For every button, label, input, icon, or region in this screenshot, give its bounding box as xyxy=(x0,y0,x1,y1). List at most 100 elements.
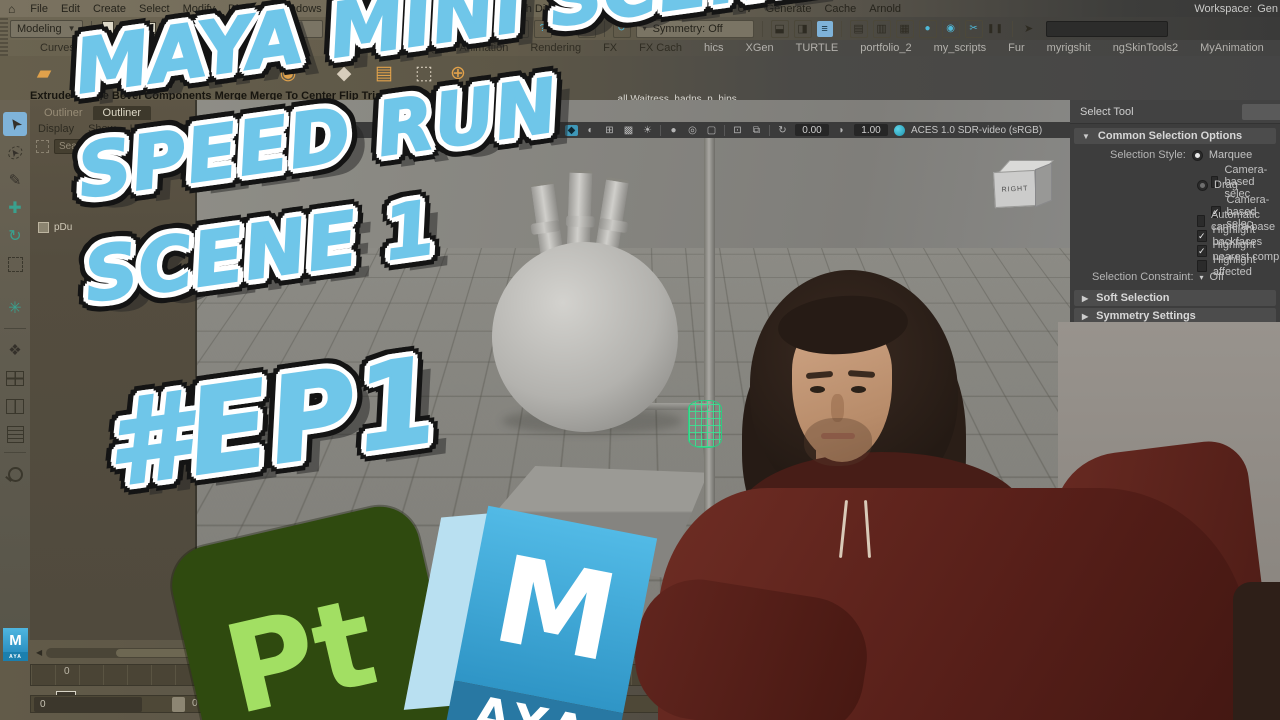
menu-create[interactable]: Create xyxy=(93,3,126,15)
textured-shading-icon[interactable]: ◐ xyxy=(584,125,597,136)
section-soft-selection[interactable]: ▶ Soft Selection xyxy=(1074,290,1276,306)
make-live-icon[interactable]: ? xyxy=(533,19,552,38)
section-common-selection[interactable]: ▼ Common Selection Options xyxy=(1074,128,1276,144)
snap-curve-icon[interactable]: ❮ xyxy=(441,19,460,38)
snap-viewplane-icon[interactable]: ▦ xyxy=(510,19,529,38)
snapshot-icon[interactable]: ⊡ xyxy=(731,125,744,136)
outliner-menu-show[interactable]: Show xyxy=(88,123,116,135)
menu-mesh-tools[interactable]: Mesh Tools xyxy=(437,3,492,15)
rotate-tool-icon[interactable]: ↻ xyxy=(3,224,27,248)
outliner-search-input[interactable] xyxy=(54,139,192,154)
shelf-extrude-icon[interactable]: ▰ xyxy=(32,61,56,85)
scale-tool-icon[interactable] xyxy=(3,252,27,276)
selection-mask-dropdown[interactable]: ▾ Objects xyxy=(216,19,323,38)
redo-icon[interactable]: ↷ xyxy=(184,20,200,37)
shelf-merge-center-icon[interactable]: ◉ xyxy=(276,61,300,85)
range-slider-handle[interactable] xyxy=(172,697,185,712)
shelf-tab-fx-caching[interactable]: FX Cach xyxy=(629,41,692,56)
selection-constraint-value[interactable]: Off xyxy=(1210,271,1224,283)
exposure-icon[interactable]: ↻ xyxy=(776,125,789,136)
lighting-icon[interactable]: ☀ xyxy=(641,125,654,136)
layout-four-pane-icon[interactable]: ❖ xyxy=(3,338,27,362)
shelf-duplicate-icon[interactable]: ⬚ xyxy=(412,61,436,85)
chevron-down-icon[interactable]: ▾ xyxy=(1200,273,1204,282)
render-icon[interactable]: ◉ xyxy=(941,19,960,38)
menu-curves[interactable]: Curves xyxy=(584,3,619,15)
menu-cache[interactable]: Cache xyxy=(824,3,856,15)
shelf-bridge-icon[interactable]: ❖ xyxy=(66,61,90,85)
shelf-tab-uv-editing[interactable]: UV Editing xyxy=(316,41,388,56)
color-management-icon[interactable] xyxy=(894,124,905,136)
display-layer-icon[interactable]: ▤ xyxy=(849,19,868,38)
marquee-radio[interactable] xyxy=(1191,149,1203,161)
colorspace-label[interactable]: ACES 1.0 SDR-video (sRGB) xyxy=(911,125,1042,136)
select-object-icon[interactable]: ➤ xyxy=(362,20,379,37)
layout-two-pane-icon[interactable] xyxy=(3,394,27,418)
shelf-tab-my-scripts[interactable]: my_scripts xyxy=(924,41,997,56)
outliner-tab-2[interactable]: Outliner xyxy=(92,106,152,120)
last-tool-icon[interactable]: ✳ xyxy=(3,296,27,320)
shelf-tab-xgen[interactable]: XGen xyxy=(736,41,784,56)
shelf-edge-icon[interactable]: ▤ xyxy=(372,61,396,85)
shelf-tab-myanimation[interactable]: MyAnimation xyxy=(1190,41,1274,56)
viewcube-front-face[interactable]: RIGHT xyxy=(993,169,1037,209)
outliner-tab-1[interactable]: Outliner xyxy=(34,106,93,120)
menu-deform[interactable]: Deform xyxy=(688,3,724,15)
menu-edit-mesh[interactable]: Edit Mesh xyxy=(375,3,424,15)
shelf-tab-merry-rig[interactable]: Merry_rig xyxy=(1276,41,1280,56)
shelf-tab-sculpting[interactable]: Sculpting xyxy=(249,41,314,56)
shelf-tab-portfolio2[interactable]: portfolio_2 xyxy=(850,41,921,56)
shelf-tab-animation[interactable]: Animation xyxy=(449,41,518,56)
shelf-sphere-icon[interactable]: ⊕ xyxy=(446,61,470,85)
render-settings-icon[interactable]: ≡ xyxy=(816,20,833,37)
anim-layer-icon[interactable]: ▥ xyxy=(872,19,891,38)
save-scene-icon[interactable] xyxy=(142,21,158,37)
shelf-bevel-icon[interactable]: ▣ xyxy=(116,61,140,85)
new-scene-icon[interactable] xyxy=(100,21,116,37)
paint-select-tool-icon[interactable]: ✎ xyxy=(3,168,27,192)
move-tool-icon[interactable]: ✚ xyxy=(3,196,27,220)
shelf-tab-surfaces[interactable]: Surfaces xyxy=(87,41,150,56)
multisample-icon[interactable]: ⧉ xyxy=(750,125,763,136)
menu-uv[interactable]: UV xyxy=(737,3,752,15)
wireframe-shading-icon[interactable]: ◇ xyxy=(546,125,559,136)
exposure-field[interactable]: 0.00 xyxy=(795,124,829,136)
shelf-flip-triangle-icon[interactable]: ◆ xyxy=(332,61,356,85)
history-input-icon[interactable]: ↯ xyxy=(577,19,596,38)
shelf-components-icon[interactable]: ⊞ xyxy=(166,61,190,85)
menu-arnold[interactable]: Arnold xyxy=(869,3,901,15)
menu-edit[interactable]: Edit xyxy=(61,3,80,15)
shelf-tab-fx[interactable]: FX xyxy=(593,41,627,56)
panel-layout-icon[interactable]: ▦ xyxy=(482,125,495,136)
outliner-item[interactable]: pDu xyxy=(38,222,72,233)
construction-history-icon[interactable]: ↺ xyxy=(612,19,631,38)
outliner-menu-help[interactable]: Help xyxy=(130,123,153,135)
snap-point-icon[interactable]: ◇ xyxy=(464,19,483,38)
menu-windows[interactable]: Windows xyxy=(277,3,322,15)
smooth-shading-icon[interactable]: ◆ xyxy=(565,124,578,136)
menu-mesh[interactable]: Mesh xyxy=(335,3,362,15)
workspace-value[interactable]: Gen xyxy=(1257,3,1278,15)
home-icon[interactable]: ⌂ xyxy=(8,2,15,16)
shelf-tab-fur[interactable]: Fur xyxy=(998,41,1035,56)
isolate-select-icon[interactable]: ● xyxy=(667,125,680,136)
shelf-tab-myrigshit[interactable]: myrigshit xyxy=(1037,41,1101,56)
open-scene-icon[interactable] xyxy=(121,21,137,37)
undo-icon[interactable]: ↶ xyxy=(163,20,179,37)
scroll-left-icon[interactable]: ◀ xyxy=(36,648,42,657)
menu-generate[interactable]: Generate xyxy=(766,3,812,15)
shelf-tab-turtle[interactable]: TURTLE xyxy=(786,41,849,56)
select-component-icon[interactable]: ➤ xyxy=(383,19,402,38)
outliner-menu-display[interactable]: Display xyxy=(38,123,74,135)
menu-display[interactable]: Display xyxy=(228,3,264,15)
snap-projected-icon[interactable]: ▣ xyxy=(487,19,506,38)
layout-outliner-icon[interactable] xyxy=(3,422,27,446)
menu-mesh-display[interactable]: Mesh Display xyxy=(505,3,571,15)
zoom-tool-icon[interactable] xyxy=(3,462,27,486)
symmetry-dropdown[interactable]: ▾ Symmetry: Off xyxy=(635,19,754,38)
film-icon[interactable]: ▦ xyxy=(895,19,914,38)
menu-set-dropdown[interactable]: Modeling ▼ xyxy=(10,19,83,38)
shelf-tab-ngskintools2[interactable]: ngSkinTools2 xyxy=(1103,41,1188,56)
snap-grid-icon[interactable]: ✚ xyxy=(418,19,437,38)
bookmark-icon[interactable]: ◫ xyxy=(520,125,533,136)
